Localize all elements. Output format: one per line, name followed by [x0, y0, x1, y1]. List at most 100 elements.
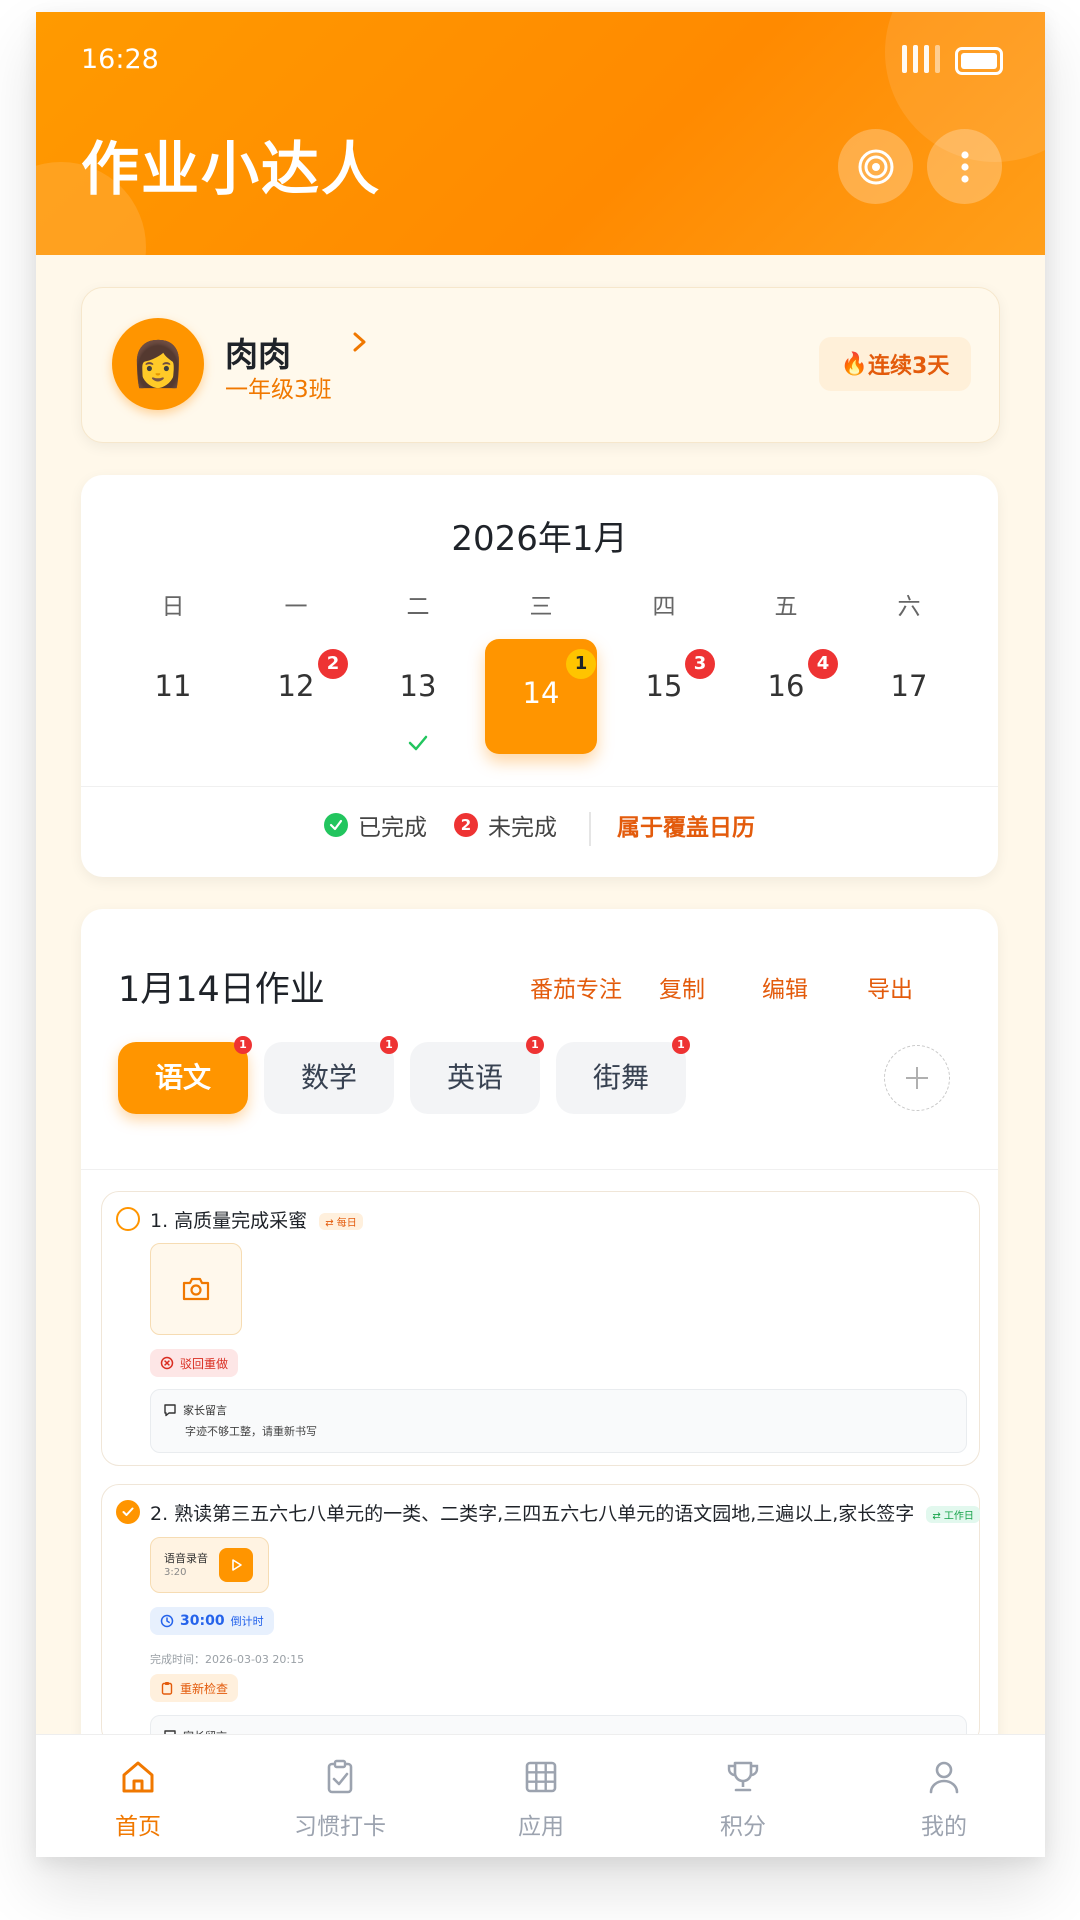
user-icon [929, 1761, 959, 1794]
task-title-row: 2. 熟读第三五六七八单元的一类、二类字,三四五六七八单元的语文园地,三遍以上,… [150, 1499, 980, 1526]
bottom-tab-bar: 首页 习惯打卡 应用 积分 我的 [36, 1734, 1045, 1857]
battery-icon [955, 47, 1003, 75]
check-circle-icon [324, 813, 348, 837]
home-icon [122, 1761, 154, 1793]
weekday-label: 四 [652, 594, 676, 620]
subject-badge: 1 [380, 1036, 398, 1054]
plus-icon [906, 1067, 928, 1089]
subject-label: 数学 [300, 1061, 357, 1094]
play-button[interactable] [219, 1548, 253, 1582]
tab-profile[interactable]: 我的 [884, 1757, 1004, 1841]
chevron-right-icon[interactable] [350, 328, 370, 356]
subject-badge: 1 [234, 1036, 252, 1054]
day-count-badge: 1 [566, 649, 596, 679]
tab-label: 应用 [518, 1814, 564, 1840]
task-title-row: 1. 高质量完成采蜜 ⇄ 每日 [150, 1206, 363, 1233]
clipboard-check-icon [327, 1759, 353, 1794]
play-icon [232, 1559, 242, 1571]
calendar-day[interactable]: 11 [113, 669, 233, 703]
day-count-badge: 2 [318, 649, 348, 679]
clipboard-icon [161, 1682, 173, 1695]
legend-done-label: 已完成 [358, 815, 427, 841]
grid-icon [525, 1761, 557, 1793]
homework-title: 1月14日作业 [118, 970, 325, 1010]
countdown-chip[interactable]: 30:00 倒计时 [150, 1607, 274, 1635]
weekday-label: 一 [284, 594, 308, 620]
weekday-label: 六 [897, 594, 921, 620]
subject-label: 语文 [154, 1061, 211, 1094]
weekday-label: 日 [161, 594, 185, 620]
done-check-icon [408, 735, 428, 751]
task-checkbox-checked[interactable] [116, 1500, 140, 1524]
subject-tab-math[interactable]: 数学 1 [264, 1036, 398, 1114]
weekday-label: 三 [529, 594, 553, 620]
task-checkbox[interactable] [116, 1207, 140, 1231]
audio-duration: 3:20 [164, 1567, 187, 1578]
photo-upload[interactable] [150, 1243, 242, 1335]
profile-class: 一年级3班 [225, 377, 332, 403]
tab-apps[interactable]: 应用 [481, 1757, 601, 1841]
legend-done: 已完成 [324, 808, 427, 842]
comment-icon [164, 1404, 176, 1417]
tab-label: 首页 [115, 1814, 161, 1840]
phone-screen: 16:28 作业小达人 👩 肉肉 一年级3班 🔥 连续3天 2026年1月 日 … [36, 12, 1045, 1857]
recheck-chip[interactable]: 重新检查 [150, 1674, 239, 1702]
target-button[interactable] [838, 129, 913, 204]
add-subject-button[interactable] [884, 1045, 950, 1111]
more-button[interactable] [927, 129, 1002, 204]
tab-points[interactable]: 积分 [683, 1757, 803, 1841]
repeat-tag: ⇄ 每日 [319, 1213, 363, 1230]
task-item[interactable]: 2. 熟读第三五六七八单元的一类、二类字,三四五六七八单元的语文园地,三遍以上,… [101, 1484, 980, 1777]
overlay-calendar-link[interactable]: 属于覆盖日历 [617, 808, 755, 842]
weekday-label: 五 [774, 594, 798, 620]
day-count-badge: 4 [808, 649, 838, 679]
export-button[interactable]: 导出 [867, 970, 913, 1004]
parent-note: 家长留言 字迹不够工整，请重新书写 [150, 1389, 967, 1453]
divider [81, 786, 998, 787]
task-title: 2. 熟读第三五六七八单元的一类、二类字,三四五六七八单元的语文园地,三遍以上,… [150, 1503, 915, 1525]
tab-label: 积分 [720, 1814, 766, 1840]
subject-tab-chinese[interactable]: 语文 1 [118, 1036, 252, 1114]
target-icon [858, 149, 893, 184]
audio-label: 语音录音 [164, 1552, 208, 1565]
streak-badge: 🔥 连续3天 [819, 337, 971, 391]
profile-name[interactable]: 肉肉 [225, 328, 291, 376]
subject-label: 街舞 [592, 1061, 649, 1094]
task-title: 1. 高质量完成采蜜 [150, 1210, 308, 1232]
subject-tab-english[interactable]: 英语 1 [410, 1036, 544, 1114]
audio-recording[interactable]: 语音录音 3:20 [150, 1537, 269, 1593]
app-header: 16:28 作业小达人 [36, 12, 1045, 255]
edit-button[interactable]: 编辑 [762, 970, 808, 1004]
close-circle-icon [160, 1356, 174, 1370]
profile-card[interactable]: 👩 肉肉 一年级3班 🔥 连续3天 [81, 287, 1000, 443]
pomodoro-button[interactable]: 番茄专注 [530, 970, 622, 1004]
note-header: 家长留言 [163, 1402, 227, 1418]
legend-separator [589, 812, 591, 846]
streak-label: 连续3天 [868, 354, 950, 379]
status-time: 16:28 [81, 44, 159, 75]
calendar-card: 2026年1月 日 一 二 三 四 五 六 11 12 13 14 15 16 … [81, 475, 998, 877]
trophy-icon [727, 1761, 759, 1792]
calendar-day[interactable]: 17 [849, 669, 969, 703]
task-item[interactable]: 1. 高质量完成采蜜 ⇄ 每日 驳回重做 家长留言 字迹不够工整，请重新书写 [101, 1191, 980, 1466]
subject-tab-dance[interactable]: 街舞 1 [556, 1036, 690, 1114]
tab-label: 我的 [921, 1814, 967, 1840]
divider [81, 1169, 998, 1170]
note-text: 字迹不够工整，请重新书写 [185, 1425, 317, 1438]
legend-undone-label: 未完成 [488, 815, 557, 841]
signal-icon [902, 45, 940, 73]
repeat-tag: ⇄ 工作日 [926, 1506, 980, 1523]
clock-icon [160, 1614, 174, 1628]
calendar-day[interactable]: 13 [358, 669, 478, 703]
copy-button[interactable]: 复制 [659, 970, 705, 1004]
tab-label: 习惯打卡 [294, 1814, 386, 1840]
subject-badge: 1 [526, 1036, 544, 1054]
weekday-label: 二 [406, 594, 430, 620]
rejected-chip: 驳回重做 [150, 1349, 239, 1377]
day-count-badge: 3 [685, 649, 715, 679]
tab-home[interactable]: 首页 [78, 1757, 198, 1841]
avatar[interactable]: 👩 [112, 318, 204, 410]
calendar-month-title[interactable]: 2026年1月 [81, 511, 998, 560]
subject-badge: 1 [672, 1036, 690, 1054]
tab-habit-checkin[interactable]: 习惯打卡 [280, 1757, 400, 1841]
